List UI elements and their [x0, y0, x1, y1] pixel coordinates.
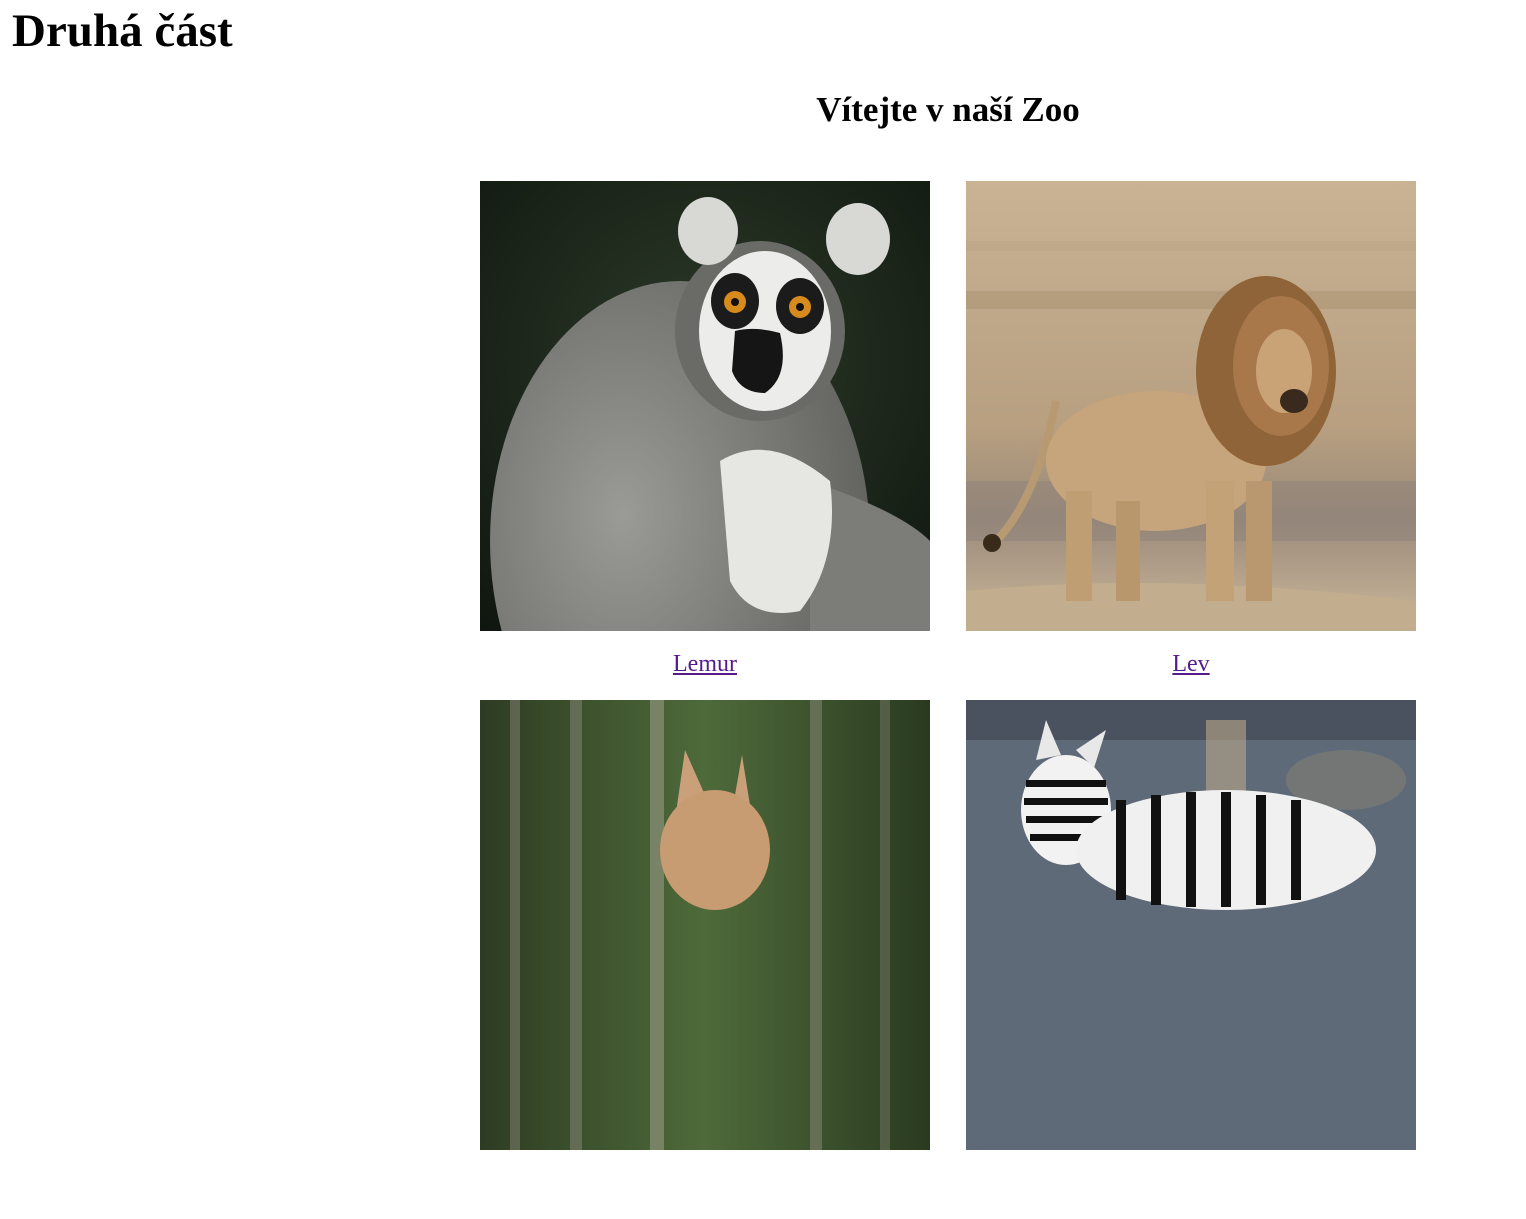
- lemur-photo[interactable]: [480, 181, 930, 631]
- zebra-image: [966, 700, 1416, 1150]
- animal-card-zebra: [966, 700, 1416, 1219]
- lion-image: [966, 181, 1416, 631]
- lion-photo[interactable]: [966, 181, 1416, 631]
- zebra-photo[interactable]: [966, 700, 1416, 1150]
- lemur-link[interactable]: Lemur: [673, 651, 737, 678]
- animal-card-lemur: Lemur: [480, 181, 930, 700]
- lion-caption: Lev: [1172, 631, 1209, 700]
- lynx-photo[interactable]: [480, 700, 930, 1150]
- lemur-caption: Lemur: [673, 631, 737, 700]
- animal-gallery: Lemur Lev: [480, 181, 1416, 1219]
- lemur-image: [480, 181, 930, 631]
- animal-card-lion: Lev: [966, 181, 1416, 700]
- lynx-image: [480, 700, 930, 1150]
- animal-card-lynx: [480, 700, 930, 1219]
- lion-link[interactable]: Lev: [1172, 651, 1209, 678]
- page-title: Druhá část: [12, 5, 233, 57]
- zoo-welcome-heading: Vítejte v naší Zoo: [816, 90, 1080, 129]
